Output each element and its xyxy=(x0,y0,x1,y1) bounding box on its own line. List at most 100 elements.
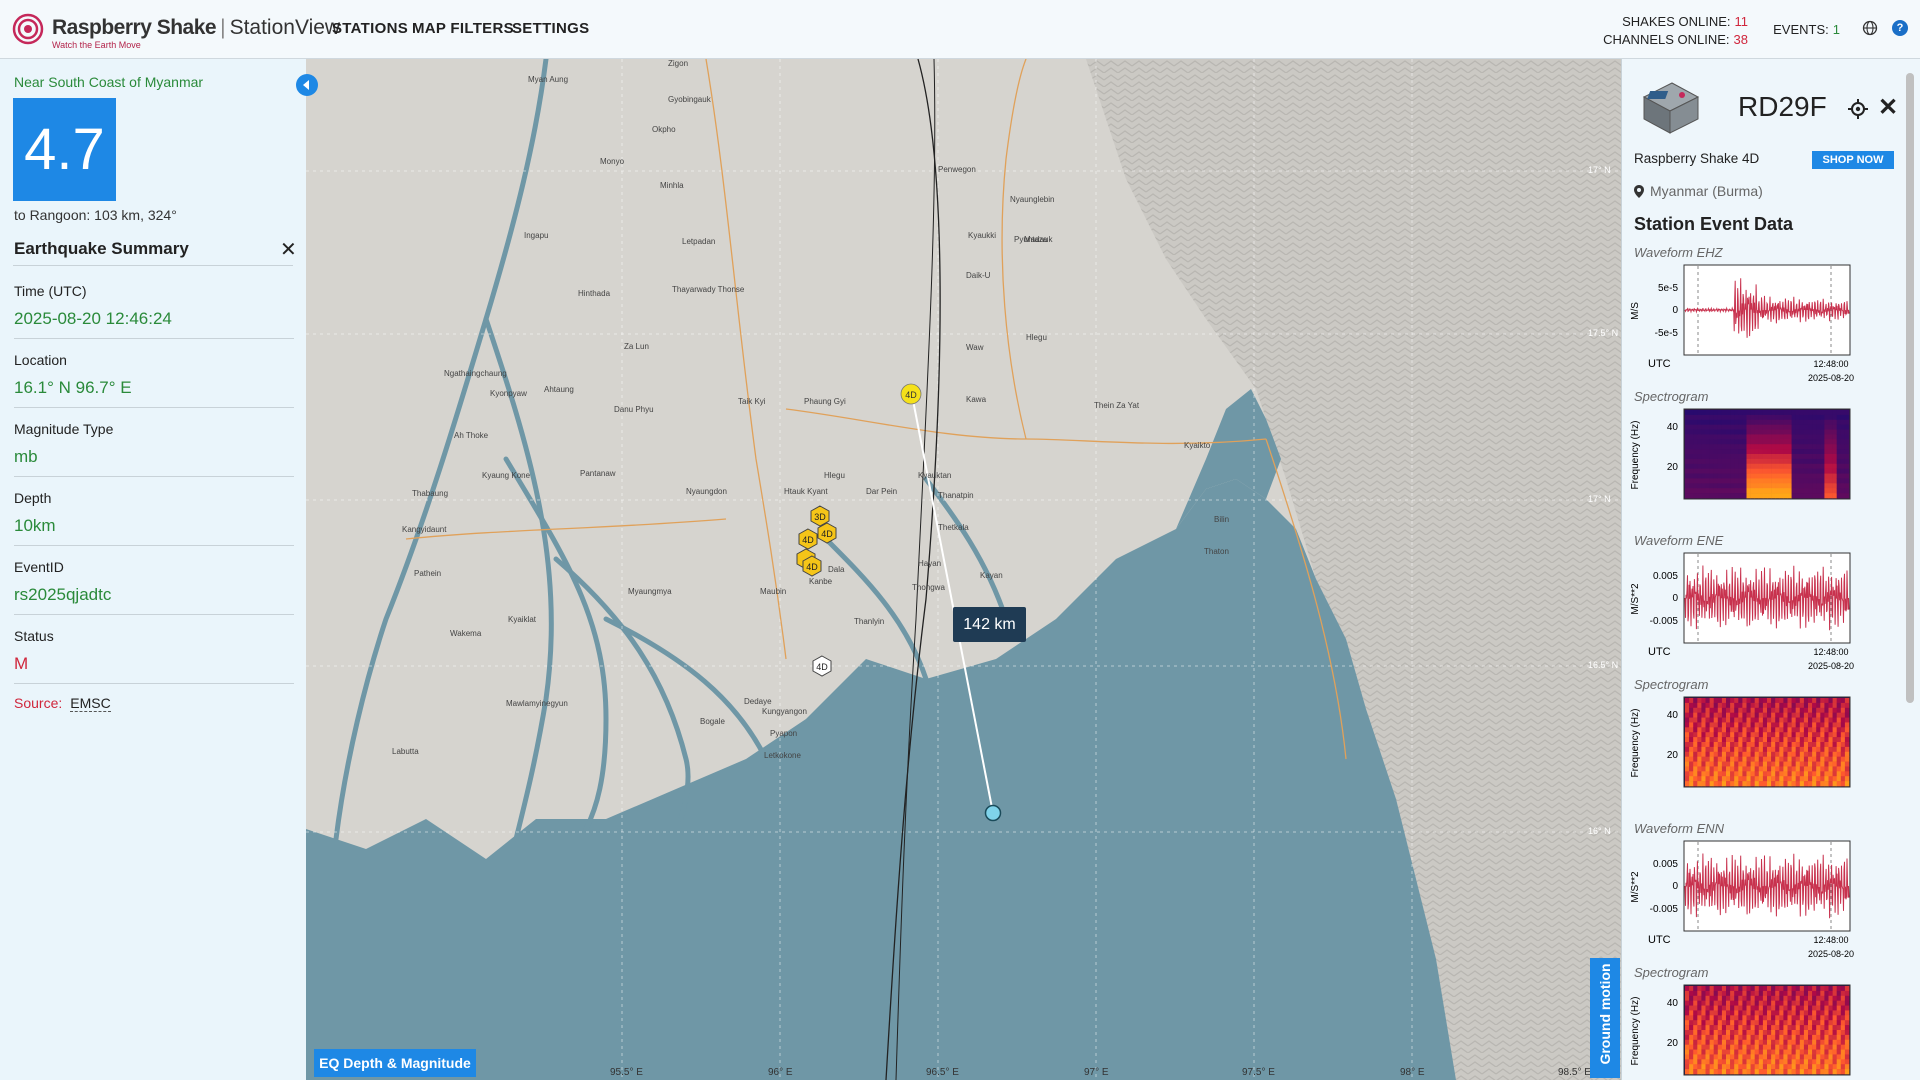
longitude-tick: 98.5° E xyxy=(1558,1067,1591,1078)
channels-online-label: CHANNELS ONLINE: xyxy=(1603,32,1730,47)
map-place-label: Myan Aung xyxy=(528,75,569,84)
map-place-label: Dala xyxy=(828,565,845,574)
map-place-label: Wakema xyxy=(450,629,482,638)
product-name: StationView xyxy=(229,16,341,39)
map-place-label: Ahtaung xyxy=(544,385,574,394)
events-value: 1 xyxy=(1832,22,1840,37)
scrollbar-thumb[interactable] xyxy=(1906,73,1914,703)
field-time: Time (UTC) 2025-08-20 12:46:24 xyxy=(14,283,294,339)
station-event-data-title: Station Event Data xyxy=(1634,214,1794,234)
map-place-label: Hinthada xyxy=(578,289,611,298)
field-status: Status M xyxy=(14,628,294,684)
longitude-tick: 96° E xyxy=(768,1067,793,1078)
map-place-labels: Myan Aung Zigon Gyobingauk Okpho Monyo Minhla… xyxy=(306,59,1621,1080)
collapse-panel-button[interactable] xyxy=(296,74,318,96)
map-place-label: Pantanaw xyxy=(580,469,616,478)
plot-ytick: 5e-5 xyxy=(1658,283,1678,294)
nav-settings[interactable]: SETTINGS xyxy=(512,20,589,37)
field-value: M xyxy=(14,654,29,673)
plot-xdate: 2025-08-20 xyxy=(1808,661,1854,671)
raspberry-shake-logo[interactable]: Raspberry Shake | StationView Watch the Ea… xyxy=(12,10,340,52)
map-place-label: Ah Thoke xyxy=(454,431,489,440)
plot-xlabel: UTC xyxy=(1648,934,1671,946)
map-place-label: Thein Za Yat xyxy=(1094,401,1140,410)
latitude-tick: 16.5° N xyxy=(1588,660,1619,670)
source-link[interactable]: EMSC xyxy=(70,695,111,712)
map-place-label: Labutta xyxy=(392,747,419,756)
map-place-label: Ngathaingchaung xyxy=(444,369,507,378)
plot-title: Waveform ENN xyxy=(1634,821,1725,836)
help-icon[interactable]: ? xyxy=(1892,20,1908,36)
earthquake-summary-panel: Near South Coast of Myanmar 4.7 to Rango… xyxy=(0,59,306,1080)
spectrogram-plot: Frequency (Hz) 40 20 xyxy=(1630,408,1851,500)
summary-title: Earthquake Summary xyxy=(14,239,189,258)
longitude-tick: 98° E xyxy=(1400,1067,1425,1078)
shakes-online-value: 11 xyxy=(1734,14,1749,29)
map-place-label: Minhla xyxy=(660,181,684,190)
map-view[interactable]: 4D 3D 4D 4D 4D 4D Myan Aung Zigon Gyobinga… xyxy=(306,59,1621,1080)
event-region: Near South Coast of Myanmar xyxy=(14,74,204,90)
longitude-tick: 96.5° E xyxy=(926,1067,959,1078)
map-place-label: Htauk Kyant xyxy=(784,487,828,496)
map-place-label: Letpadan xyxy=(682,237,716,246)
map-place-label: Phaung Gyi xyxy=(804,397,846,406)
map-place-label: Ingapu xyxy=(524,231,549,240)
map-place-label: Kanbe xyxy=(809,577,833,586)
map-place-label: Kyaung Kone xyxy=(482,471,531,480)
events-count[interactable]: EVENTS: 1 xyxy=(1773,22,1840,37)
map-place-label: Thanatpin xyxy=(938,491,974,500)
station-id: RD29F xyxy=(1738,91,1827,122)
plot-ytick: -5e-5 xyxy=(1655,328,1679,339)
distance-to-city: to Rangoon: 103 km, 324° xyxy=(14,207,177,223)
map-place-label: Hlegu xyxy=(1026,333,1047,342)
plot-ytick: 20 xyxy=(1667,462,1679,473)
close-station-button[interactable]: ✕ xyxy=(1878,93,1898,122)
longitude-tick: 97° E xyxy=(1084,1067,1109,1078)
ground-motion-tab[interactable]: Ground motion xyxy=(1590,958,1620,1078)
ground-motion-label: Ground motion xyxy=(1597,963,1613,1065)
shakes-online-label: SHAKES ONLINE: xyxy=(1622,14,1731,29)
plot-ytick: 40 xyxy=(1667,710,1679,721)
plot-ytick: 40 xyxy=(1667,998,1679,1009)
map-place-label: Kangyidaunt xyxy=(402,525,447,534)
raspberry-shake-device-image xyxy=(1642,82,1700,134)
field-value: mb xyxy=(14,447,38,466)
plot-title: Spectrogram xyxy=(1634,677,1709,692)
map-pin-icon xyxy=(1634,185,1644,198)
locate-station-icon[interactable] xyxy=(1848,99,1868,119)
plot-ytick: -0.005 xyxy=(1650,616,1679,627)
plot-xtick: 12:48:00 xyxy=(1813,935,1848,945)
shop-now-button[interactable]: SHOP NOW xyxy=(1812,151,1894,169)
plot-ylabel: M/S**2 xyxy=(1630,583,1641,615)
map-place-label: Waw xyxy=(966,343,984,352)
brand-name: Raspberry Shake xyxy=(52,16,217,39)
eq-depth-magnitude-legend[interactable]: EQ Depth & Magnitude xyxy=(314,1049,476,1077)
map-place-label: Nyaungdon xyxy=(686,487,727,496)
map-place-label: Okpho xyxy=(652,125,676,134)
plot-ylabel: Frequency (Hz) xyxy=(1630,421,1641,490)
chevron-left-icon xyxy=(303,80,309,90)
event-source: Source: EMSC xyxy=(14,695,111,712)
spectrogram-plot: Frequency (Hz) 40 20 xyxy=(1630,696,1851,788)
map-place-label: Kyaikto xyxy=(1184,441,1211,450)
nav-map-filters[interactable]: MAP FILTERS xyxy=(412,20,514,37)
plot-ytick: 40 xyxy=(1667,422,1679,433)
nav-stations[interactable]: STATIONS xyxy=(332,20,408,37)
plot-xdate: 2025-08-20 xyxy=(1808,949,1854,959)
plot-title: Spectrogram xyxy=(1634,389,1709,404)
plot-xtick: 12:48:00 xyxy=(1813,647,1848,657)
plot-ytick: 0 xyxy=(1672,305,1678,316)
map-place-label: Dar Pein xyxy=(866,487,898,496)
close-summary-button[interactable]: ✕ xyxy=(280,237,297,262)
shake-logo-icon xyxy=(12,13,44,45)
latitude-tick: 16° N xyxy=(1588,826,1611,836)
latitude-tick: 17° N xyxy=(1588,494,1611,504)
globe-icon[interactable] xyxy=(1862,20,1878,36)
latitude-tick: 17° N xyxy=(1588,165,1611,175)
map-place-label: Taik Kyi xyxy=(738,397,766,406)
field-value: 2025-08-20 12:46:24 xyxy=(14,309,172,328)
panel-scrollbar[interactable] xyxy=(1906,63,1914,1073)
field-label: Depth xyxy=(14,490,52,506)
plot-xtick: 12:48:00 xyxy=(1813,359,1848,369)
distance-label: 142 km xyxy=(953,607,1026,642)
